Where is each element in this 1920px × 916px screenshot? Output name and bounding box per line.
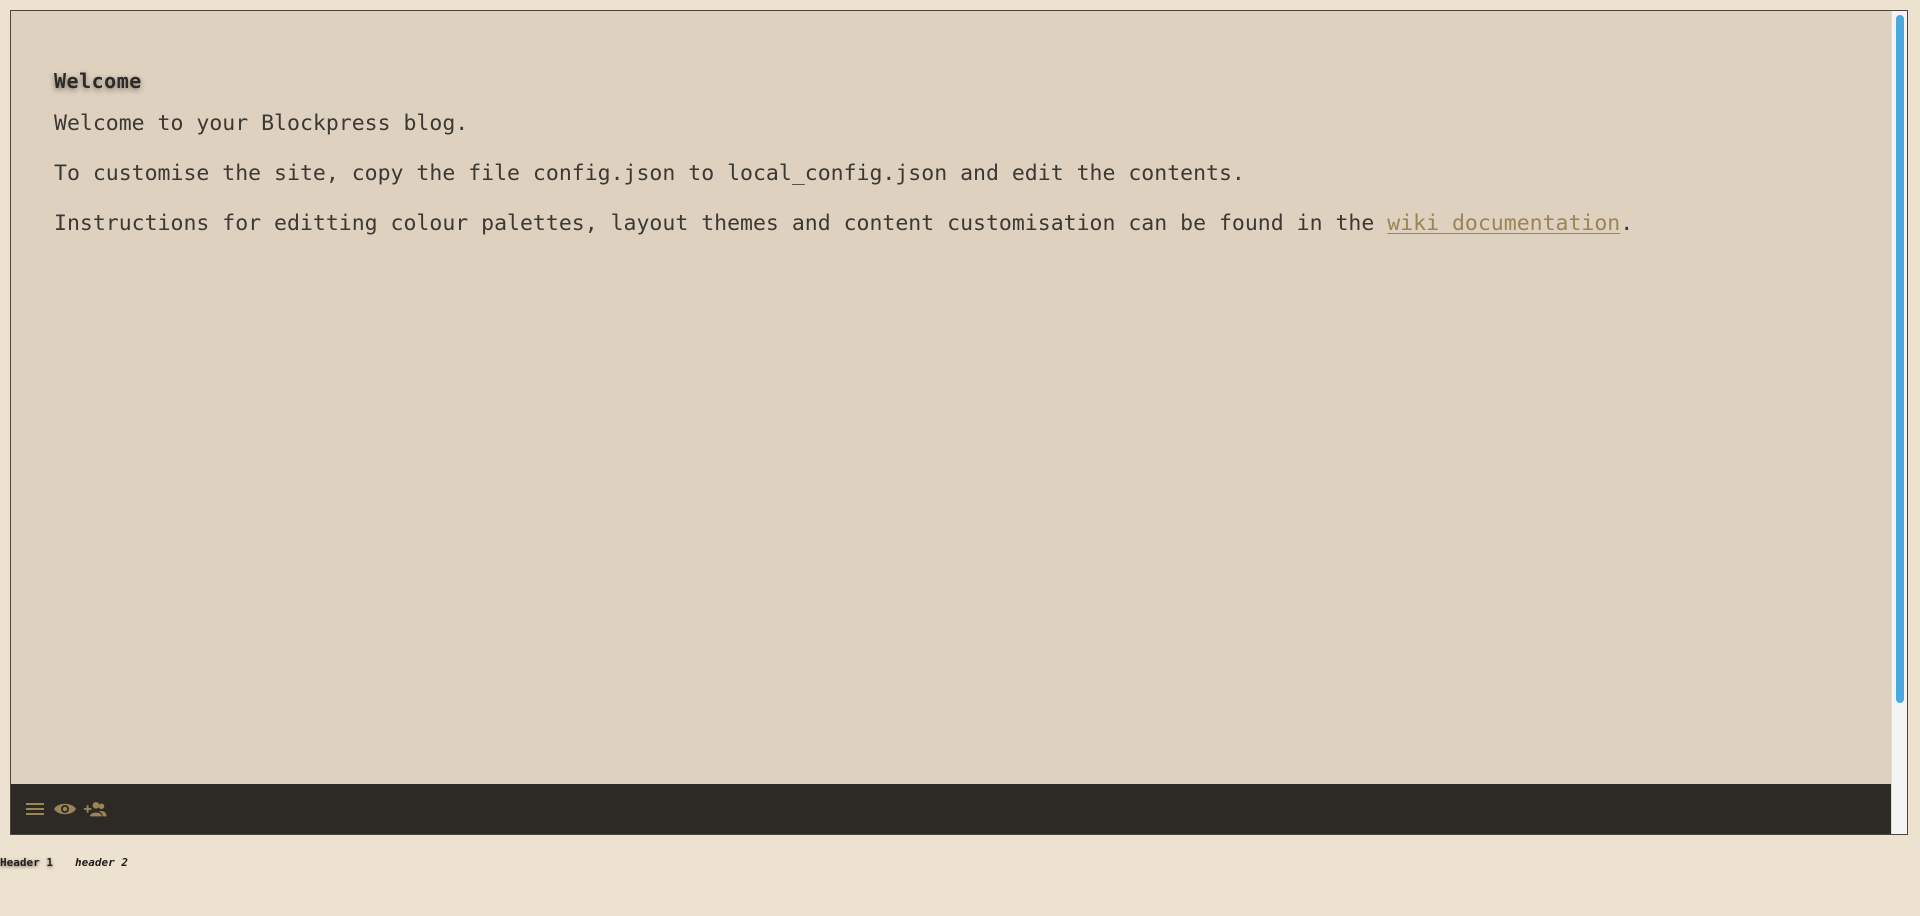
paragraph-config: To customise the site, copy the file con… <box>54 161 1245 186</box>
eye-icon[interactable] <box>53 797 77 821</box>
instructions-text: Instructions for editting colour palette… <box>54 211 1388 236</box>
scrollbar-thumb[interactable] <box>1896 15 1904 703</box>
paragraph-welcome: Welcome to your Blockpress blog. <box>54 111 469 136</box>
header-2-sample: header 2 <box>74 856 128 869</box>
menu-icon[interactable] <box>23 797 47 821</box>
vertical-scrollbar[interactable] <box>1891 11 1907 834</box>
add-user-icon[interactable] <box>83 797 107 821</box>
header-1-sample: Header 1 <box>0 856 53 869</box>
footer-headers: Header 1 header 2 <box>0 856 128 869</box>
page-title: Welcome <box>54 69 142 93</box>
editor-frame: Welcome Welcome to your Blockpress blog.… <box>10 10 1908 835</box>
content-area: Welcome Welcome to your Blockpress blog.… <box>11 11 1891 784</box>
wiki-documentation-link[interactable]: wiki documentation <box>1387 211 1620 236</box>
paragraph-instructions: Instructions for editting colour palette… <box>54 211 1891 237</box>
instructions-period: . <box>1620 211 1634 236</box>
bottom-toolbar <box>11 784 1891 834</box>
